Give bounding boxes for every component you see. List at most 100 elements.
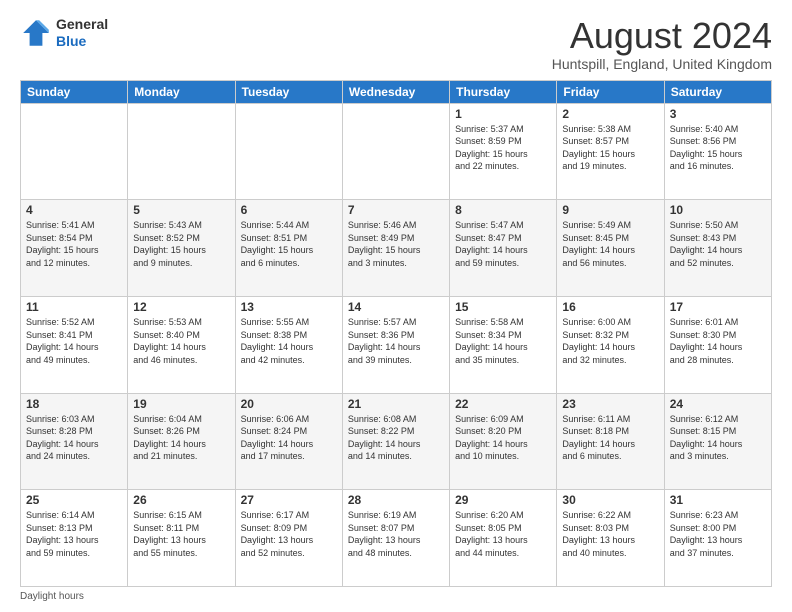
header: General Blue August 2024 Huntspill, Engl… (20, 16, 772, 72)
calendar-week-row: 4Sunrise: 5:41 AM Sunset: 8:54 PM Daylig… (21, 200, 772, 297)
logo-general: General (56, 16, 108, 33)
month-year: August 2024 (552, 16, 772, 56)
day-info: Sunrise: 5:46 AM Sunset: 8:49 PM Dayligh… (348, 219, 444, 269)
day-info: Sunrise: 5:41 AM Sunset: 8:54 PM Dayligh… (26, 219, 122, 269)
day-info: Sunrise: 5:43 AM Sunset: 8:52 PM Dayligh… (133, 219, 229, 269)
calendar-table: SundayMondayTuesdayWednesdayThursdayFrid… (20, 80, 772, 587)
calendar-day-cell: 19 Sunrise: 6:04 AM Sunset: 8:26 PM Dayli… (128, 393, 235, 490)
day-info: Sunrise: 6:11 AM Sunset: 8:18 PM Dayligh… (562, 413, 658, 463)
day-number: 15 (455, 300, 551, 314)
day-number: 12 (133, 300, 229, 314)
day-info: Sunrise: 6:04 AM Sunset: 8:26 PM Dayligh… (133, 413, 229, 463)
day-info: Sunrise: 5:49 AM Sunset: 8:45 PM Dayligh… (562, 219, 658, 269)
title-section: August 2024 Huntspill, England, United K… (552, 16, 772, 72)
day-info: Sunrise: 6:14 AM Sunset: 8:13 PM Dayligh… (26, 509, 122, 559)
day-number: 19 (133, 397, 229, 411)
calendar-day-cell (342, 103, 449, 200)
day-number: 7 (348, 203, 444, 217)
footer: Daylight hours (20, 591, 772, 602)
day-number: 26 (133, 493, 229, 507)
day-info: Sunrise: 5:38 AM Sunset: 8:57 PM Dayligh… (562, 123, 658, 173)
day-info: Sunrise: 6:23 AM Sunset: 8:00 PM Dayligh… (670, 509, 766, 559)
day-info: Sunrise: 6:03 AM Sunset: 8:28 PM Dayligh… (26, 413, 122, 463)
calendar-col-header: Tuesday (235, 80, 342, 103)
page: General Blue August 2024 Huntspill, Engl… (0, 0, 792, 612)
day-info: Sunrise: 6:08 AM Sunset: 8:22 PM Dayligh… (348, 413, 444, 463)
calendar-day-cell: 22Sunrise: 6:09 AM Sunset: 8:20 PM Dayli… (450, 393, 557, 490)
logo-blue: Blue (56, 33, 108, 50)
calendar-day-cell: 18 Sunrise: 6:03 AM Sunset: 8:28 PM Dayli… (21, 393, 128, 490)
day-info: Sunrise: 5:50 AM Sunset: 8:43 PM Dayligh… (670, 219, 766, 269)
calendar-day-cell: 23 Sunrise: 6:11 AM Sunset: 8:18 PM Dayli… (557, 393, 664, 490)
calendar-day-cell: 31 Sunrise: 6:23 AM Sunset: 8:00 PM Dayli… (664, 490, 771, 587)
location: Huntspill, England, United Kingdom (552, 56, 772, 72)
calendar-day-cell: 9 Sunrise: 5:49 AM Sunset: 8:45 PM Daylig… (557, 200, 664, 297)
day-info: Sunrise: 6:20 AM Sunset: 8:05 PM Dayligh… (455, 509, 551, 559)
calendar-day-cell: 14 Sunrise: 5:57 AM Sunset: 8:36 PM Dayli… (342, 296, 449, 393)
day-number: 6 (241, 203, 337, 217)
calendar-day-cell: 26 Sunrise: 6:15 AM Sunset: 8:11 PM Dayli… (128, 490, 235, 587)
calendar-day-cell (235, 103, 342, 200)
day-number: 24 (670, 397, 766, 411)
logo-icon (20, 17, 52, 49)
day-number: 20 (241, 397, 337, 411)
calendar-day-cell: 30Sunrise: 6:22 AM Sunset: 8:03 PM Dayli… (557, 490, 664, 587)
calendar-day-cell: 12 Sunrise: 5:53 AM Sunset: 8:40 PM Dayli… (128, 296, 235, 393)
calendar-col-header: Saturday (664, 80, 771, 103)
calendar-day-cell: 10 Sunrise: 5:50 AM Sunset: 8:43 PM Dayli… (664, 200, 771, 297)
day-number: 13 (241, 300, 337, 314)
calendar-week-row: 18 Sunrise: 6:03 AM Sunset: 8:28 PM Dayli… (21, 393, 772, 490)
day-info: Sunrise: 6:06 AM Sunset: 8:24 PM Dayligh… (241, 413, 337, 463)
calendar-col-header: Wednesday (342, 80, 449, 103)
day-number: 31 (670, 493, 766, 507)
logo: General Blue (20, 16, 108, 50)
day-number: 8 (455, 203, 551, 217)
calendar-col-header: Friday (557, 80, 664, 103)
calendar-day-cell: 2 Sunrise: 5:38 AM Sunset: 8:57 PM Daylig… (557, 103, 664, 200)
calendar-col-header: Monday (128, 80, 235, 103)
calendar-day-cell: 24 Sunrise: 6:12 AM Sunset: 8:15 PM Dayli… (664, 393, 771, 490)
day-info: Sunrise: 6:17 AM Sunset: 8:09 PM Dayligh… (241, 509, 337, 559)
day-number: 23 (562, 397, 658, 411)
calendar-day-cell (128, 103, 235, 200)
calendar-week-row: 1Sunrise: 5:37 AM Sunset: 8:59 PM Daylig… (21, 103, 772, 200)
day-info: Sunrise: 5:44 AM Sunset: 8:51 PM Dayligh… (241, 219, 337, 269)
day-number: 1 (455, 107, 551, 121)
day-number: 28 (348, 493, 444, 507)
day-info: Sunrise: 5:52 AM Sunset: 8:41 PM Dayligh… (26, 316, 122, 366)
calendar-col-header: Sunday (21, 80, 128, 103)
day-info: Sunrise: 5:57 AM Sunset: 8:36 PM Dayligh… (348, 316, 444, 366)
day-number: 25 (26, 493, 122, 507)
day-number: 14 (348, 300, 444, 314)
calendar-week-row: 25 Sunrise: 6:14 AM Sunset: 8:13 PM Dayli… (21, 490, 772, 587)
calendar-day-cell: 11 Sunrise: 5:52 AM Sunset: 8:41 PM Dayli… (21, 296, 128, 393)
calendar-day-cell: 3 Sunrise: 5:40 AM Sunset: 8:56 PM Daylig… (664, 103, 771, 200)
day-info: Sunrise: 6:15 AM Sunset: 8:11 PM Dayligh… (133, 509, 229, 559)
day-number: 9 (562, 203, 658, 217)
calendar-day-cell: 1Sunrise: 5:37 AM Sunset: 8:59 PM Daylig… (450, 103, 557, 200)
day-info: Sunrise: 5:58 AM Sunset: 8:34 PM Dayligh… (455, 316, 551, 366)
day-info: Sunrise: 6:22 AM Sunset: 8:03 PM Dayligh… (562, 509, 658, 559)
calendar-week-row: 11 Sunrise: 5:52 AM Sunset: 8:41 PM Dayli… (21, 296, 772, 393)
calendar-day-cell: 25 Sunrise: 6:14 AM Sunset: 8:13 PM Dayli… (21, 490, 128, 587)
day-info: Sunrise: 5:53 AM Sunset: 8:40 PM Dayligh… (133, 316, 229, 366)
day-number: 29 (455, 493, 551, 507)
logo-text: General Blue (56, 16, 108, 50)
calendar-day-cell: 8 Sunrise: 5:47 AM Sunset: 8:47 PM Daylig… (450, 200, 557, 297)
day-info: Sunrise: 5:40 AM Sunset: 8:56 PM Dayligh… (670, 123, 766, 173)
calendar-day-cell: 4Sunrise: 5:41 AM Sunset: 8:54 PM Daylig… (21, 200, 128, 297)
day-number: 10 (670, 203, 766, 217)
calendar-day-cell: 15 Sunrise: 5:58 AM Sunset: 8:34 PM Dayli… (450, 296, 557, 393)
day-number: 11 (26, 300, 122, 314)
day-number: 3 (670, 107, 766, 121)
day-info: Sunrise: 6:12 AM Sunset: 8:15 PM Dayligh… (670, 413, 766, 463)
day-info: Sunrise: 5:47 AM Sunset: 8:47 PM Dayligh… (455, 219, 551, 269)
day-number: 18 (26, 397, 122, 411)
calendar-day-cell: 28Sunrise: 6:19 AM Sunset: 8:07 PM Dayli… (342, 490, 449, 587)
day-number: 2 (562, 107, 658, 121)
calendar-day-cell: 27 Sunrise: 6:17 AM Sunset: 8:09 PM Dayli… (235, 490, 342, 587)
day-number: 5 (133, 203, 229, 217)
calendar-header-row: SundayMondayTuesdayWednesdayThursdayFrid… (21, 80, 772, 103)
calendar-day-cell: 6 Sunrise: 5:44 AM Sunset: 8:51 PM Daylig… (235, 200, 342, 297)
day-number: 27 (241, 493, 337, 507)
